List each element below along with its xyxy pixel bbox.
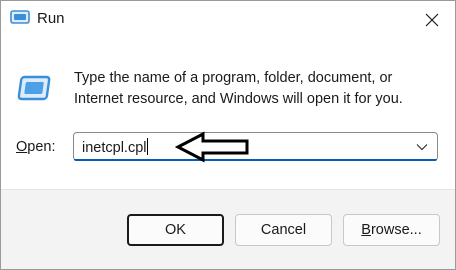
close-icon — [425, 13, 439, 27]
instruction-text: Type the name of a program, folder, docu… — [74, 70, 403, 107]
dropdown-button[interactable] — [409, 135, 435, 158]
run-program-icon — [16, 74, 52, 104]
window-title: Run — [37, 10, 65, 27]
cancel-button[interactable]: Cancel — [235, 214, 332, 246]
run-icon — [10, 9, 30, 25]
open-input[interactable]: inetcpl.cpl — [82, 138, 149, 156]
chevron-down-icon — [416, 143, 428, 150]
button-bar: OK Cancel Browse... — [1, 189, 455, 269]
text-caret — [147, 138, 149, 155]
browse-mnemonic: B — [361, 222, 371, 238]
left-arrow-icon — [175, 131, 249, 163]
title-bar: Run — [1, 1, 455, 39]
open-label: Open: — [16, 139, 56, 155]
close-button[interactable] — [409, 1, 455, 39]
open-combobox[interactable]: inetcpl.cpl — [73, 132, 438, 161]
browse-button[interactable]: Browse... — [343, 214, 440, 246]
browse-label-rest: rowse... — [370, 222, 422, 238]
run-dialog: Run Type the name of a program, folder, … — [0, 0, 456, 270]
open-label-mnemonic: O — [16, 139, 28, 155]
open-input-value: inetcpl.cpl — [82, 140, 147, 156]
ok-button[interactable]: OK — [127, 214, 224, 246]
open-label-rest: pen: — [27, 139, 56, 155]
